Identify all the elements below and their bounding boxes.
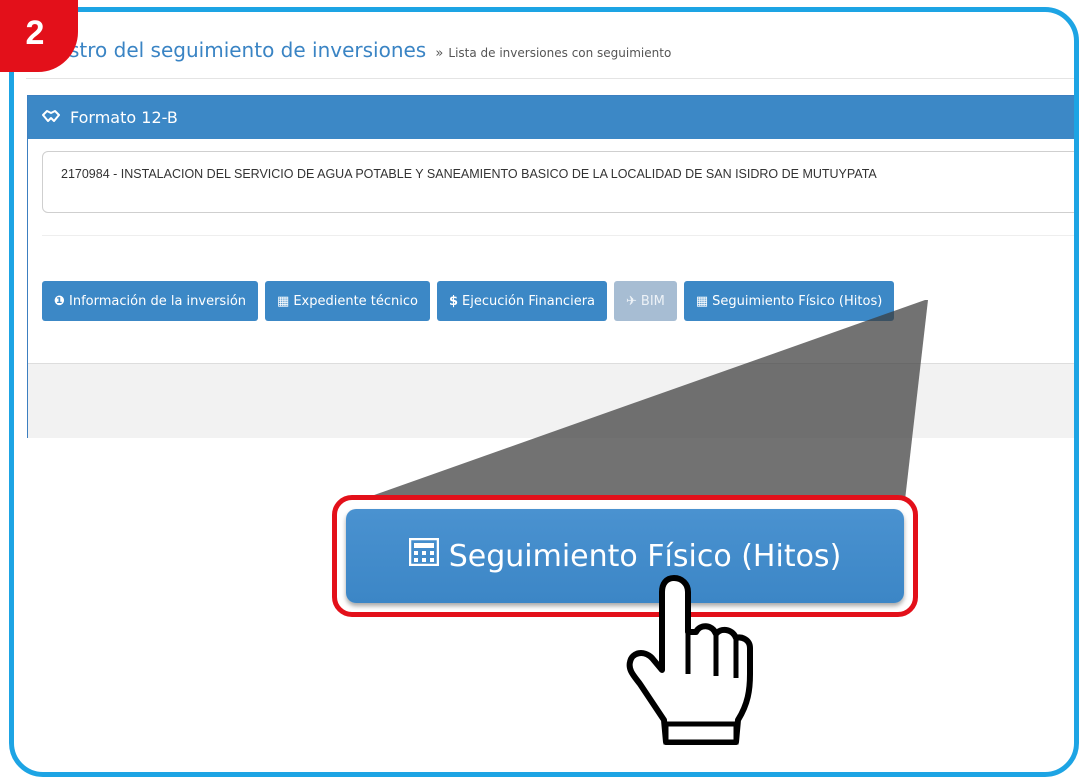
breadcrumb-current: Lista de inversiones con seguimiento (448, 46, 672, 60)
seguimiento-fisico-button[interactable]: ▦ Seguimiento Físico (Hitos) (683, 281, 895, 321)
project-field[interactable]: 2170984 - INSTALACION DEL SERVICIO DE AG… (42, 151, 1074, 213)
panel-title: Formato 12-B (70, 108, 178, 127)
breadcrumb-link[interactable]: stro del seguimiento de inversiones (69, 38, 426, 62)
action-buttons: ❶ Información de la inversión ▦ Expedien… (42, 281, 895, 321)
button-label: Ejecución Financiera (462, 293, 595, 309)
button-label: BIM (640, 293, 665, 309)
calendar-icon: ▦ (277, 293, 290, 309)
calculator-icon (408, 537, 439, 574)
header-divider (26, 78, 1074, 79)
panel-footer (28, 363, 1074, 438)
info-icon: ❶ (54, 293, 66, 309)
ejecucion-financiera-button[interactable]: $ Ejecución Financiera (437, 281, 607, 321)
dollar-icon: $ (449, 293, 459, 309)
handshake-icon (42, 109, 60, 127)
breadcrumb-separator: » (435, 46, 444, 61)
bim-button[interactable]: ✈ BIM (614, 281, 677, 321)
panel-divider (42, 235, 1074, 236)
callout-label: Seguimiento Físico (Hitos) (448, 538, 842, 574)
hand-pointer-icon (626, 575, 753, 745)
expediente-tecnico-button[interactable]: ▦ Expediente técnico (265, 281, 430, 321)
button-label: Expediente técnico (293, 293, 418, 309)
send-icon: ✈ (626, 293, 637, 309)
screenshot-frame: stro del seguimiento de inversiones » Li… (9, 7, 1079, 777)
formato-panel: Formato 12-B 2170984 - INSTALACION DEL S… (27, 95, 1074, 438)
button-label: Seguimiento Físico (Hitos) (712, 293, 883, 309)
info-inversion-button[interactable]: ❶ Información de la inversión (42, 281, 259, 321)
panel-header: Formato 12-B (28, 96, 1074, 139)
calculator-icon: ▦ (695, 293, 709, 309)
button-label: Información de la inversión (69, 293, 247, 309)
breadcrumb: stro del seguimiento de inversiones » Li… (69, 38, 671, 62)
